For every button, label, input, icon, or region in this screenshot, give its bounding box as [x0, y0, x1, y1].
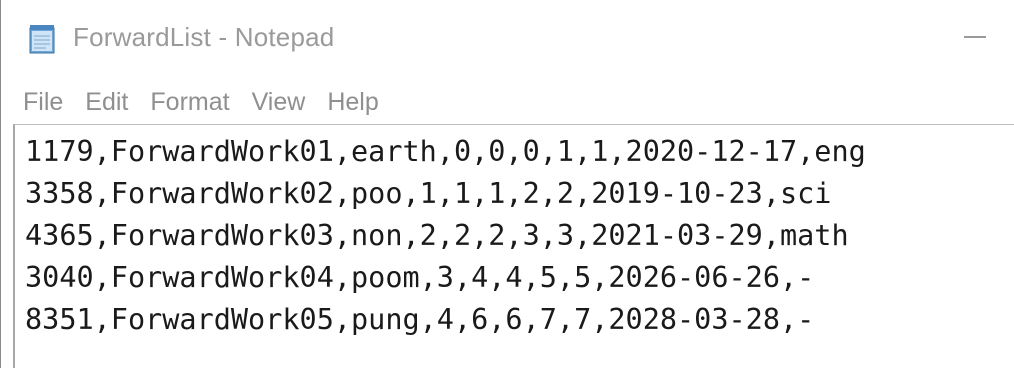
title-bar[interactable]: ForwardList - Notepad [1, 0, 1014, 76]
menu-view[interactable]: View [252, 88, 306, 117]
menu-file[interactable]: File [23, 88, 63, 117]
text-line: 1179,ForwardWork01,earth,0,0,0,1,1,2020-… [25, 135, 866, 168]
text-line: 3040,ForwardWork04,poom,3,4,4,5,5,2026-0… [25, 261, 815, 294]
menu-help[interactable]: Help [327, 88, 378, 117]
menu-edit[interactable]: Edit [85, 88, 128, 117]
minimize-icon[interactable] [964, 36, 986, 38]
text-line: 4365,ForwardWork03,non,2,2,2,3,3,2021-03… [25, 219, 849, 252]
text-editor[interactable]: 1179,ForwardWork01,earth,0,0,0,1,1,2020-… [13, 124, 1014, 368]
notepad-icon [27, 23, 59, 55]
text-line: 3358,ForwardWork02,poo,1,1,1,2,2,2019-10… [25, 177, 832, 210]
menu-format[interactable]: Format [150, 88, 229, 117]
window-title: ForwardList - Notepad [73, 22, 335, 52]
text-line: 8351,ForwardWork05,pung,4,6,6,7,7,2028-0… [25, 303, 815, 336]
notepad-window: ForwardList - Notepad File Edit Format V… [0, 0, 1014, 368]
menu-bar: File Edit Format View Help [1, 84, 401, 120]
